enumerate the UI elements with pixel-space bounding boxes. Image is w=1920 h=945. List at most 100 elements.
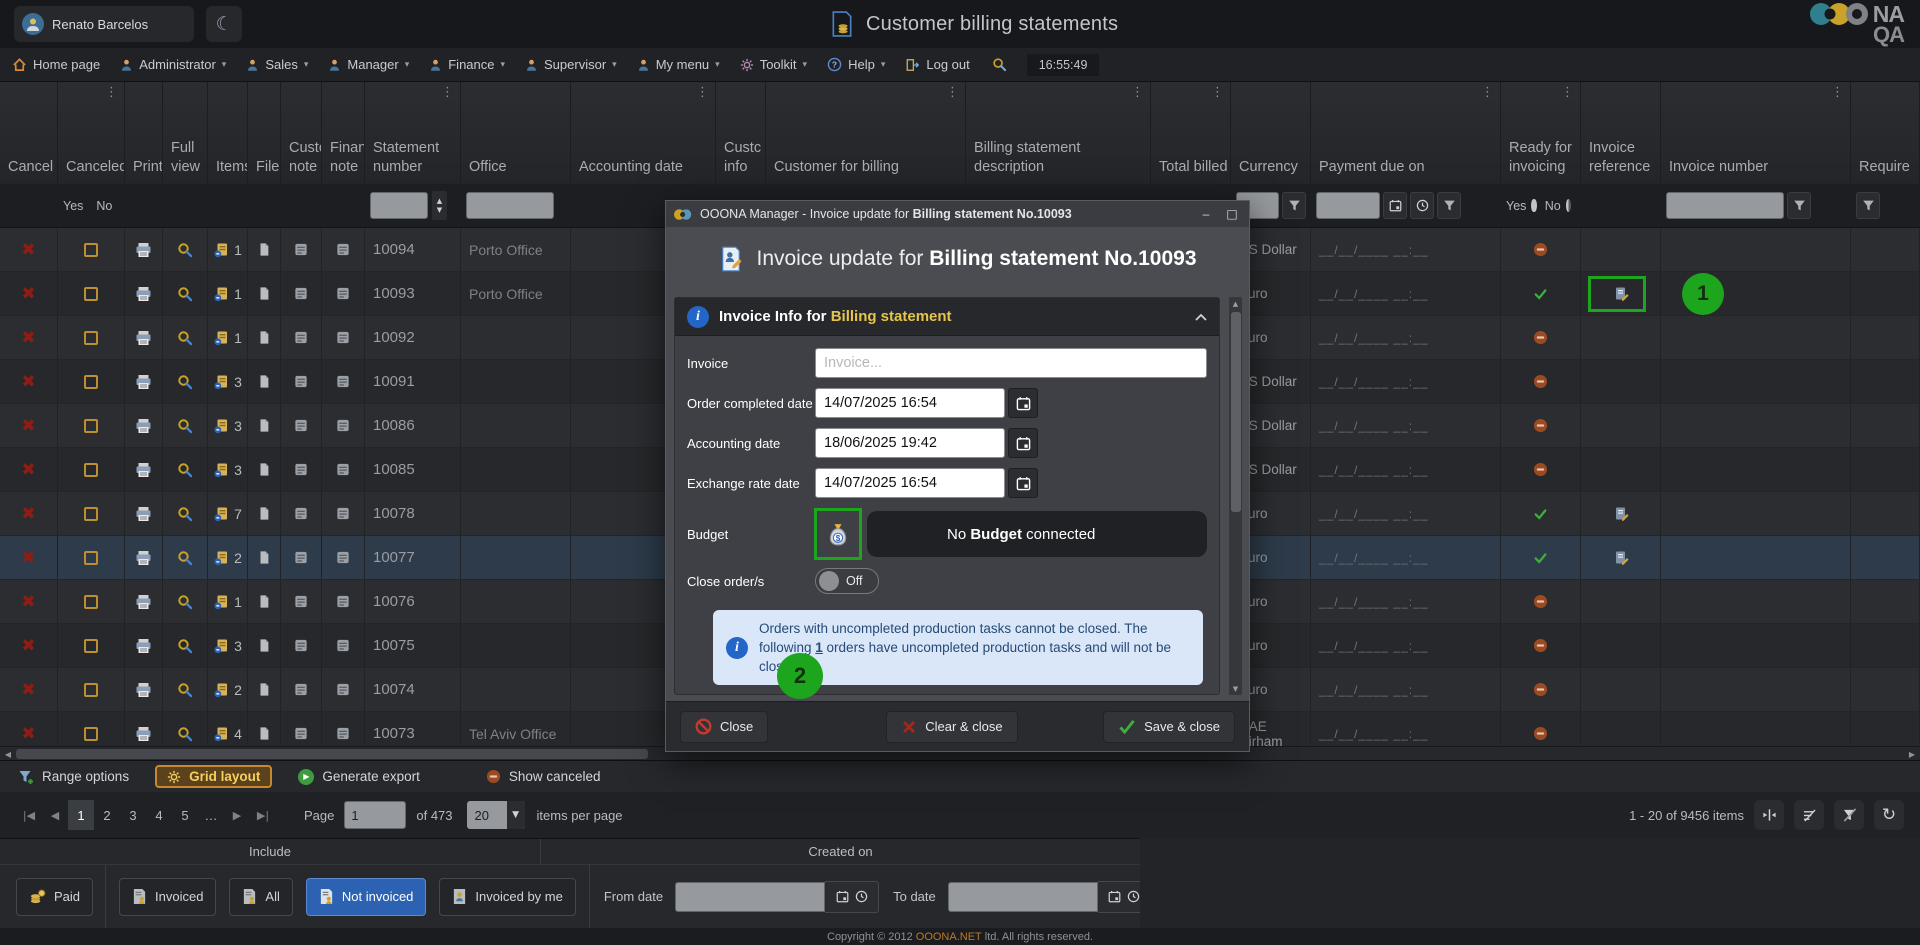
accounting-date-input[interactable] (815, 428, 1005, 458)
column-header-totalbilled[interactable]: ⋮Total billed (1151, 82, 1231, 184)
cell-cancel[interactable]: ✖ (0, 228, 58, 271)
cell-finnote[interactable] (322, 448, 365, 491)
cell-custnote[interactable] (281, 272, 322, 315)
cell-cancel[interactable]: ✖ (0, 580, 58, 623)
column-header-custnote[interactable]: Custc note (281, 82, 322, 184)
page-number-4[interactable]: 4 (146, 800, 172, 830)
step-up-icon[interactable]: ▲ (437, 198, 442, 205)
column-header-fullview[interactable]: Full view (163, 82, 208, 184)
cell-custnote[interactable] (281, 492, 322, 535)
page-number-2[interactable]: 2 (94, 800, 120, 830)
cell-cancel[interactable]: ✖ (0, 360, 58, 403)
paid-filter-button[interactable]: Paid (16, 878, 93, 916)
scroll-right-icon[interactable]: ▶ (1904, 747, 1920, 760)
canceled-checkbox[interactable] (84, 287, 98, 301)
to-date-input[interactable] (948, 882, 1098, 912)
page-number-5[interactable]: 5 (172, 800, 198, 830)
cell-files[interactable] (248, 272, 281, 315)
cell-items[interactable]: 1 (208, 316, 248, 359)
cell-files[interactable] (248, 536, 281, 579)
cell-print[interactable] (125, 668, 163, 711)
cell-fullview[interactable] (163, 448, 208, 491)
menu-item-home-page[interactable]: Home page (12, 57, 100, 72)
order-completed-input[interactable] (815, 388, 1005, 418)
cell-finnote[interactable] (322, 404, 365, 447)
cell-print[interactable] (125, 404, 163, 447)
office-filter-input[interactable] (466, 192, 554, 219)
generate-export-button[interactable]: ▶ Generate export (298, 769, 420, 785)
calendar-button[interactable] (1008, 468, 1038, 498)
canceled-checkbox[interactable] (84, 595, 98, 609)
column-header-finnote[interactable]: Financ note (322, 82, 365, 184)
next-page-button[interactable]: ▶ (224, 800, 250, 830)
column-menu-icon[interactable]: ⋮ (1831, 85, 1844, 100)
paymentdue-filter-input[interactable] (1316, 192, 1380, 219)
minimize-icon[interactable]: – (1197, 206, 1215, 222)
cell-fullview[interactable] (163, 492, 208, 535)
cell-cancel[interactable]: ✖ (0, 404, 58, 447)
radio-yes[interactable] (1531, 199, 1536, 212)
column-header-desc[interactable]: ⋮Billing statement description (966, 82, 1151, 184)
cell-files[interactable] (248, 404, 281, 447)
canceled-checkbox[interactable] (84, 463, 98, 477)
cell-cancel[interactable]: ✖ (0, 492, 58, 535)
cell-fullview[interactable] (163, 272, 208, 315)
page-number-3[interactable]: 3 (120, 800, 146, 830)
cell-items[interactable]: 2 (208, 536, 248, 579)
cell-invref[interactable] (1581, 492, 1661, 535)
menu-item-manager[interactable]: Manager▾ (328, 57, 409, 72)
cell-items[interactable]: 3 (208, 404, 248, 447)
filter-funnel-button[interactable] (1856, 192, 1880, 219)
column-header-accdate[interactable]: ⋮Accounting date (571, 82, 716, 184)
column-header-invnum[interactable]: ⋮Invoice number (1661, 82, 1851, 184)
cell-finnote[interactable] (322, 316, 365, 359)
column-menu-icon[interactable]: ⋮ (105, 85, 118, 100)
column-menu-icon[interactable]: ⋮ (1561, 85, 1574, 100)
menu-item-help[interactable]: ?Help▾ (827, 57, 885, 72)
cell-fullview[interactable] (163, 316, 208, 359)
maximize-icon[interactable]: □ (1223, 206, 1241, 222)
cell-finnote[interactable] (322, 536, 365, 579)
cell-fullview[interactable] (163, 228, 208, 271)
cell-items[interactable]: 7 (208, 492, 248, 535)
radio-no[interactable] (1566, 199, 1571, 212)
page-number-…[interactable]: … (198, 800, 224, 830)
range-options-button[interactable]: Range options (18, 769, 129, 785)
column-header-files[interactable]: Files (248, 82, 281, 184)
cell-custnote[interactable] (281, 448, 322, 491)
cell-files[interactable] (248, 448, 281, 491)
calendar-button[interactable] (1008, 388, 1038, 418)
column-header-canceled[interactable]: ⋮Canceled (58, 82, 125, 184)
cell-items[interactable]: 1 (208, 228, 248, 271)
cell-items[interactable]: 3 (208, 448, 248, 491)
cell-custnote[interactable] (281, 360, 322, 403)
cell-custnote[interactable] (281, 228, 322, 271)
menu-item-toolkit[interactable]: Toolkit▾ (740, 57, 807, 72)
scroll-left-icon[interactable]: ◀ (0, 747, 16, 760)
ooona-net-link[interactable]: OOONA.NET (916, 931, 982, 943)
filter-funnel-button[interactable] (1282, 192, 1306, 219)
cell-fullview[interactable] (163, 668, 208, 711)
all-filter-button[interactable]: All (229, 878, 292, 916)
cell-files[interactable] (248, 668, 281, 711)
calendar-icon[interactable] (836, 890, 849, 903)
clear-and-close-button[interactable]: Clear & close (886, 711, 1017, 743)
cell-fullview[interactable] (163, 536, 208, 579)
save-and-close-button[interactable]: Save & close (1103, 711, 1235, 743)
canceled-checkbox[interactable] (84, 331, 98, 345)
cell-finnote[interactable] (322, 492, 365, 535)
budget-money-bag-icon[interactable]: $ (827, 522, 849, 546)
cell-print[interactable] (125, 272, 163, 315)
clear-filter-button[interactable] (1834, 800, 1864, 830)
cell-invref[interactable] (1581, 536, 1661, 579)
cell-custnote[interactable] (281, 404, 322, 447)
cell-print[interactable] (125, 228, 163, 271)
scroll-up-icon[interactable]: ▲ (1229, 297, 1242, 310)
canceled-checkbox[interactable] (84, 727, 98, 741)
chevron-up-icon[interactable] (1195, 313, 1207, 321)
menu-item-finance[interactable]: Finance▾ (429, 57, 505, 72)
cell-cancel[interactable]: ✖ (0, 624, 58, 667)
items-per-page-select[interactable]: 20 ▼ (467, 801, 525, 829)
cell-cancel[interactable]: ✖ (0, 272, 58, 315)
theme-toggle-button[interactable]: ☾ (206, 6, 242, 42)
